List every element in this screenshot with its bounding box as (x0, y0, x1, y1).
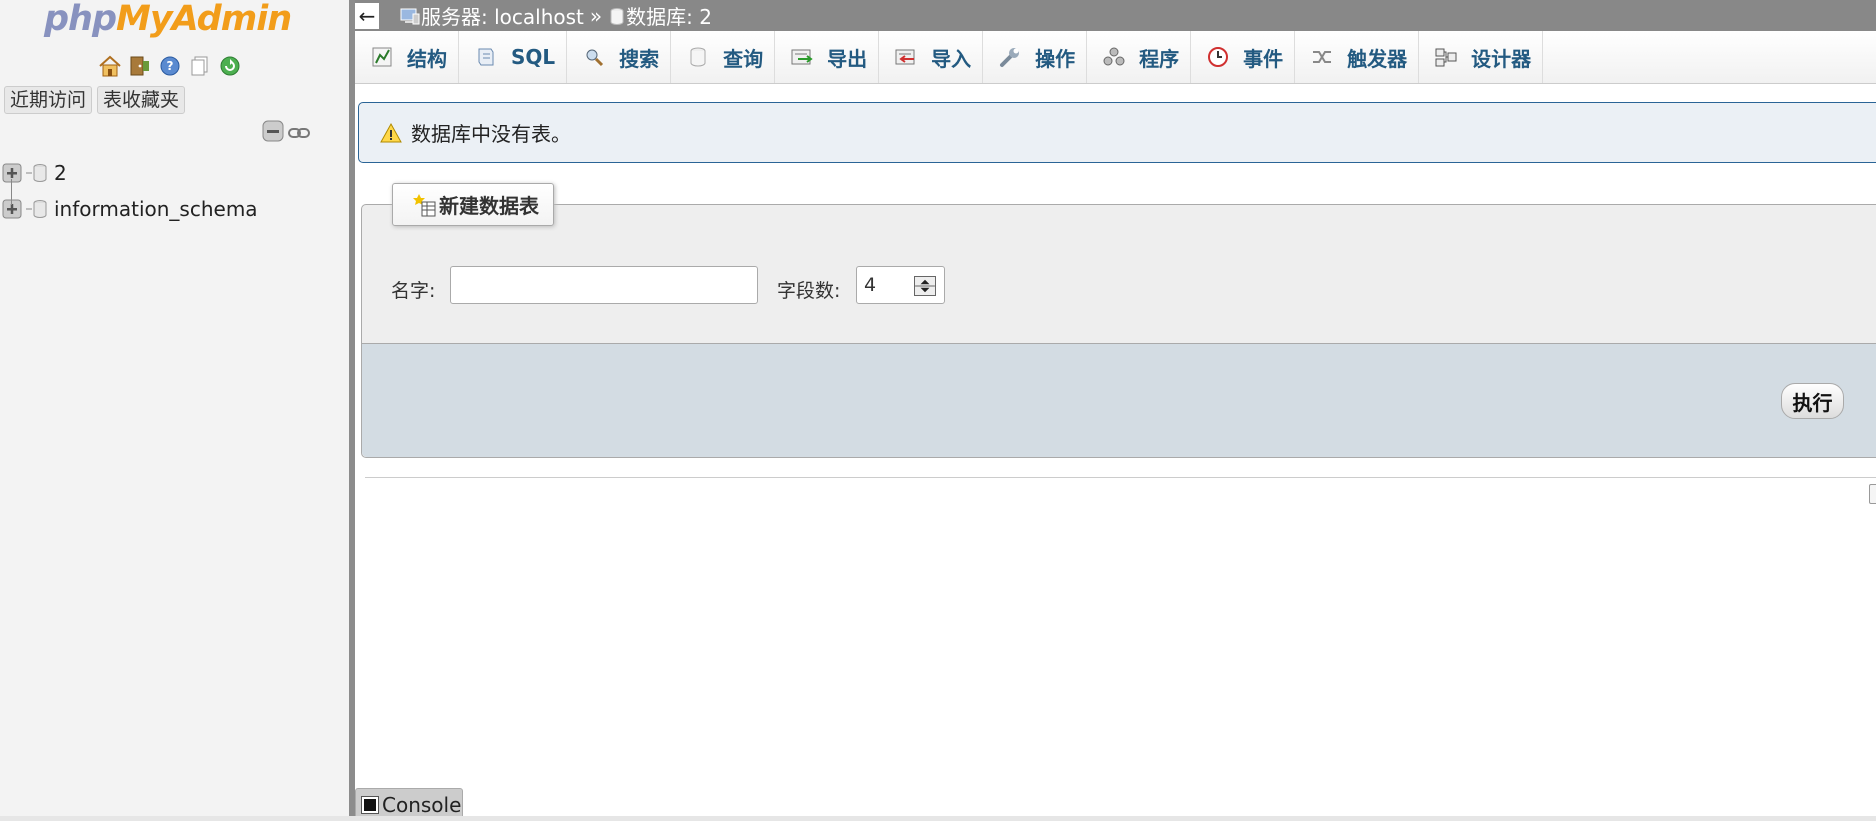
notice-text: 数据库中没有表。 (411, 122, 571, 146)
phpmyadmin-logo[interactable]: phpMyAdmin (44, 0, 292, 42)
export-icon (789, 44, 815, 70)
tab-events[interactable]: 事件 (1191, 31, 1296, 83)
nav-tree-tools (262, 120, 310, 147)
table-name-input[interactable] (450, 266, 758, 304)
content-divider (365, 477, 1876, 478)
designer-icon (1433, 44, 1459, 70)
tab-query[interactable]: 查询 (671, 31, 776, 83)
collapse-all-icon[interactable] (262, 120, 284, 147)
tab-label: 触发器 (1347, 46, 1408, 71)
tab-routines[interactable]: 程序 (1087, 31, 1192, 83)
breadcrumb-server[interactable]: 服务器: localhost (399, 1, 584, 30)
column-count-value: 4 (864, 274, 877, 296)
tab-designer[interactable]: 设计器 (1419, 31, 1544, 83)
tree-connector (11, 179, 12, 205)
tab-import[interactable]: 导入 (879, 31, 984, 83)
database-icon (26, 200, 47, 218)
events-icon (1205, 44, 1231, 70)
tab-operations[interactable]: 操作 (983, 31, 1088, 83)
expand-icon[interactable] (2, 199, 22, 219)
tree-item-db-2[interactable]: 2 (0, 155, 258, 191)
breadcrumb-database-label: 数据库: 2 (626, 5, 712, 29)
database-icon (610, 7, 624, 25)
tab-label: 结构 (407, 46, 447, 71)
column-count-label: 字段数: (777, 280, 841, 302)
database-icon (26, 164, 47, 182)
server-icon (400, 8, 420, 24)
tree-item-db-information-schema[interactable]: information_schema (0, 191, 258, 227)
breadcrumb-bar: ← 服务器: localhost » 数据库: 2 (355, 0, 1876, 31)
tab-search[interactable]: 搜索 (567, 31, 672, 83)
wrench-icon (997, 44, 1023, 70)
tab-label: 程序 (1139, 46, 1180, 71)
tab-export[interactable]: 导出 (775, 31, 880, 83)
tree-item-label[interactable]: information_schema (54, 197, 258, 221)
link-with-main-icon[interactable] (288, 123, 310, 145)
console-icon (361, 795, 379, 814)
nav-resize-handle[interactable] (349, 0, 355, 821)
docs-icon[interactable] (188, 54, 212, 78)
tab-label: 导入 (931, 46, 972, 71)
tab-label: 查询 (723, 46, 764, 71)
breadcrumb-server-label: 服务器: localhost (421, 5, 584, 29)
tab-label: SQL (511, 45, 556, 69)
nav-tabs: 近期访问 表收藏夹 (4, 86, 186, 114)
notice-message: 数据库中没有表。 (358, 102, 1876, 163)
tab-label: 设计器 (1471, 46, 1532, 71)
nav-icon-bar: ? (98, 54, 242, 78)
tab-triggers[interactable]: 触发器 (1295, 31, 1420, 83)
recent-tables-tab[interactable]: 近期访问 (4, 86, 93, 114)
favorite-tables-tab[interactable]: 表收藏夹 (97, 86, 186, 114)
exit-icon[interactable] (128, 54, 152, 78)
navigation-panel: phpMyAdmin ? 近期访问 表收藏夹 2 information_sch… (0, 0, 349, 821)
create-table-title: 新建数据表 (439, 194, 539, 218)
spinner-arrows-icon[interactable] (914, 276, 936, 296)
tab-sql[interactable]: SQL (459, 31, 568, 83)
scroll-to-top-icon[interactable] (1869, 484, 1876, 504)
new-table-icon (413, 193, 436, 216)
create-table-legend: 新建数据表 (392, 183, 554, 226)
tab-label: 导出 (827, 46, 868, 71)
back-button[interactable]: ← (355, 2, 379, 29)
main-menu: 结构 SQL 搜索 查询 导出 导入 操作 程序 事件 触发器 设计器 (355, 31, 1876, 84)
column-count-stepper[interactable]: 4 (856, 266, 945, 304)
warning-icon (380, 122, 402, 142)
import-icon (893, 44, 919, 70)
go-button[interactable]: 执行 (1781, 383, 1844, 419)
console-label: Console (382, 792, 462, 817)
structure-icon (369, 44, 395, 70)
breadcrumb-separator: » (589, 3, 603, 28)
database-tree: 2 information_schema (0, 155, 258, 227)
query-icon (685, 44, 711, 70)
search-icon (581, 44, 607, 70)
triggers-icon (1309, 44, 1335, 70)
reload-icon[interactable] (218, 54, 242, 78)
home-icon[interactable] (98, 54, 122, 78)
tab-structure[interactable]: 结构 (355, 31, 459, 83)
tab-label: 事件 (1243, 46, 1284, 71)
bottom-edge (0, 816, 1876, 821)
create-table-footer (362, 343, 1876, 457)
expand-icon[interactable] (2, 163, 22, 183)
svg-text:?: ? (167, 59, 174, 73)
sql-icon (473, 44, 499, 70)
table-name-label: 名字: (391, 280, 436, 302)
tab-label: 搜索 (619, 46, 660, 71)
breadcrumb-database[interactable]: 数据库: 2 (608, 1, 712, 30)
routines-icon (1101, 44, 1127, 70)
tab-label: 操作 (1035, 46, 1076, 71)
tree-item-label[interactable]: 2 (54, 161, 67, 185)
help-icon[interactable]: ? (158, 54, 182, 78)
